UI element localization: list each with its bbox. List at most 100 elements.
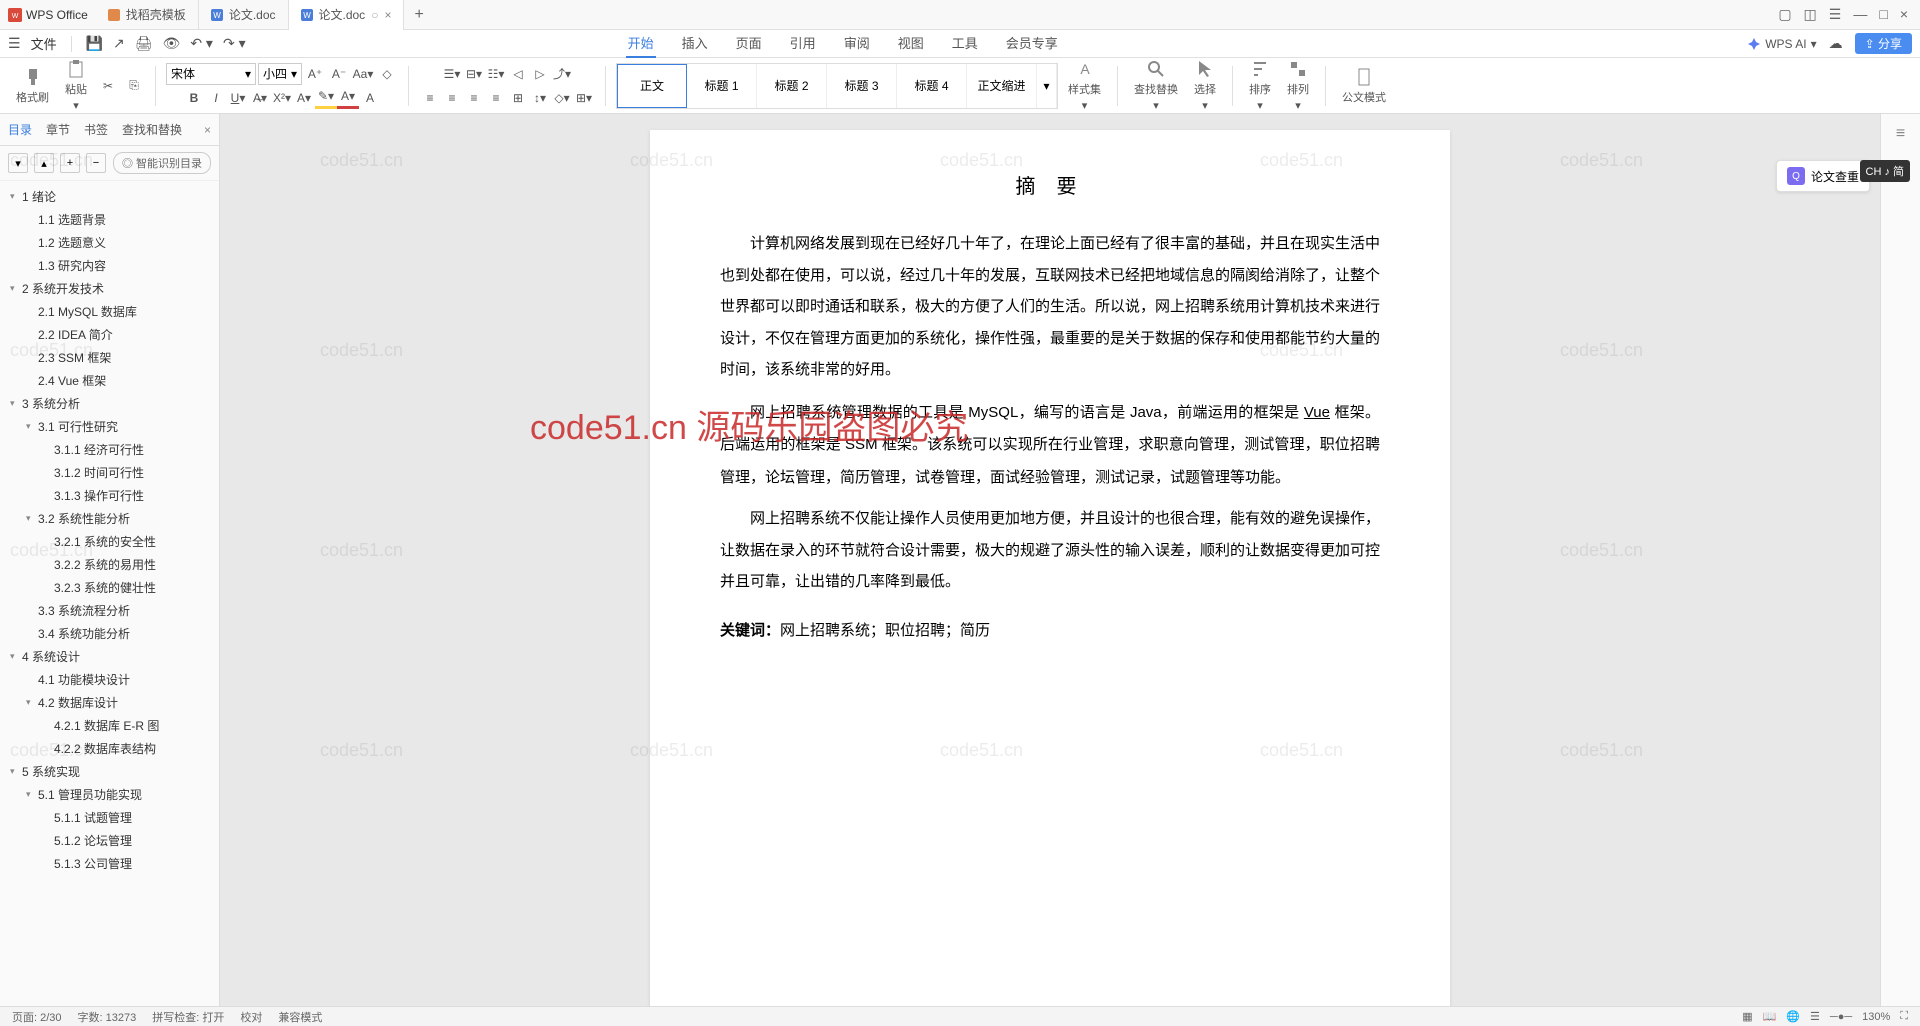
menu-tab-tools[interactable]: 工具 <box>950 29 980 58</box>
cloud-icon[interactable]: ☁ <box>1829 35 1843 52</box>
sidebar-up-icon[interactable]: ▴ <box>34 153 54 173</box>
view-mode-icon[interactable]: ▦ <box>1742 1010 1752 1023</box>
style-h2[interactable]: 标题 2 <box>757 64 827 108</box>
number-list-icon[interactable]: ⊟▾ <box>463 63 485 85</box>
outline-item[interactable]: 3.2.2 系统的易用性 <box>0 553 219 576</box>
zoom-slider[interactable]: ─●─ <box>1830 1011 1852 1023</box>
status-page[interactable]: 页面: 2/30 <box>12 1009 62 1025</box>
font-name-select[interactable]: 宋体▾ <box>166 63 256 85</box>
increase-indent-icon[interactable]: ▷ <box>529 63 551 85</box>
style-h1[interactable]: 标题 1 <box>687 64 757 108</box>
tab-doc-1[interactable]: W 论文.doc <box>199 0 289 30</box>
align-left-icon[interactable]: ≡ <box>419 87 441 109</box>
outline-item[interactable]: 2.4 Vue 框架 <box>0 369 219 392</box>
window-cube-icon[interactable]: ◫ <box>1804 6 1817 23</box>
outline-item[interactable]: 3.1.3 操作可行性 <box>0 484 219 507</box>
font-color-button[interactable]: A▾ <box>337 87 359 109</box>
outline-item[interactable]: 3.2.3 系统的健壮性 <box>0 576 219 599</box>
menu-tab-member[interactable]: 会员专享 <box>1004 29 1060 58</box>
line-spacing-icon[interactable]: ↕▾ <box>529 87 551 109</box>
outline-item[interactable]: ▾4 系统设计 <box>0 645 219 668</box>
tab-add-button[interactable]: + <box>404 0 433 30</box>
outline-item[interactable]: ▾2 系统开发技术 <box>0 277 219 300</box>
undo-icon[interactable]: ↶ ▾ <box>190 35 213 52</box>
menu-tab-reference[interactable]: 引用 <box>788 29 818 58</box>
paste-button[interactable]: 粘贴 ▾ <box>59 57 93 114</box>
outline-item[interactable]: 4.2.2 数据库表结构 <box>0 737 219 760</box>
document-area[interactable]: 摘 要 计算机网络发展到现在已经好几十年了，在理论上面已经有了很丰富的基础，并且… <box>220 114 1880 1006</box>
border-icon[interactable]: ⊞▾ <box>573 87 595 109</box>
outline-item[interactable]: 4.2.1 数据库 E-R 图 <box>0 714 219 737</box>
outline-item[interactable]: 3.1.2 时间可行性 <box>0 461 219 484</box>
style-indent[interactable]: 正文缩进 <box>967 64 1037 108</box>
underline-button[interactable]: U▾ <box>227 87 249 109</box>
tab-doc-2[interactable]: W 论文.doc ○ × <box>289 0 405 30</box>
export-icon[interactable]: ↗ <box>113 35 125 52</box>
save-icon[interactable]: 💾 <box>86 35 103 52</box>
status-proof[interactable]: 校对 <box>240 1009 262 1025</box>
align-justify-icon[interactable]: ≡ <box>485 87 507 109</box>
window-minimize-icon[interactable]: — <box>1853 6 1867 23</box>
outline-item[interactable]: 3.4 系统功能分析 <box>0 622 219 645</box>
bullet-list-icon[interactable]: ☰▾ <box>441 63 463 85</box>
share-button[interactable]: ⇪ 分享 <box>1855 33 1912 54</box>
sidebar-plus-icon[interactable]: + <box>60 153 80 173</box>
plagiarism-check-button[interactable]: Q 论文查重 <box>1776 160 1870 192</box>
view-web-icon[interactable]: 🌐 <box>1786 1010 1800 1023</box>
smart-toc-button[interactable]: ◎ 智能识别目录 <box>113 152 211 174</box>
arrange-button[interactable]: 排列▾ <box>1281 57 1315 114</box>
outline-item[interactable]: 2.2 IDEA 简介 <box>0 323 219 346</box>
window-menu-icon[interactable]: ☰ <box>1829 6 1842 23</box>
outline-item[interactable]: ▾4.2 数据库设计 <box>0 691 219 714</box>
print-icon[interactable]: 🖨 <box>135 35 153 52</box>
redo-icon[interactable]: ↷ ▾ <box>223 35 246 52</box>
outline-item[interactable]: 3.2.1 系统的安全性 <box>0 530 219 553</box>
outline-item[interactable]: 2.1 MySQL 数据库 <box>0 300 219 323</box>
find-replace-button[interactable]: 查找替换▾ <box>1128 57 1184 114</box>
outline-item[interactable]: ▾3.1 可行性研究 <box>0 415 219 438</box>
style-set-button[interactable]: A 样式集▾ <box>1062 57 1107 114</box>
outline-item[interactable]: 2.3 SSM 框架 <box>0 346 219 369</box>
outline-item[interactable]: ▾3 系统分析 <box>0 392 219 415</box>
select-button[interactable]: 选择▾ <box>1188 57 1222 114</box>
rail-format-icon[interactable]: ≡ <box>1889 122 1913 146</box>
window-close-icon[interactable]: × <box>1900 6 1908 23</box>
increase-font-icon[interactable]: A⁺ <box>304 63 326 85</box>
outline-item[interactable]: 3.3 系统流程分析 <box>0 599 219 622</box>
file-menu[interactable]: 文件 <box>31 34 57 53</box>
view-outline-icon[interactable]: ☰ <box>1810 1010 1820 1023</box>
bold-button[interactable]: B <box>183 87 205 109</box>
style-h3[interactable]: 标题 3 <box>827 64 897 108</box>
sidebar-tab-bookmark[interactable]: 书签 <box>84 121 108 138</box>
tab-close-icon[interactable]: × <box>384 8 391 22</box>
font-size-select[interactable]: 小四▾ <box>258 63 302 85</box>
menu-tab-start[interactable]: 开始 <box>626 29 656 58</box>
official-mode-button[interactable]: 公文模式 <box>1336 65 1392 107</box>
sidebar-tab-find[interactable]: 查找和替换 <box>122 121 182 138</box>
menu-tab-view[interactable]: 视图 <box>896 29 926 58</box>
view-read-icon[interactable]: 📖 <box>1763 1010 1777 1023</box>
shading-button[interactable]: A <box>359 87 381 109</box>
format-painter-button[interactable]: 格式刷 <box>10 65 55 107</box>
sort-button[interactable]: 排序▾ <box>1243 57 1277 114</box>
align-right-icon[interactable]: ≡ <box>463 87 485 109</box>
highlight-button[interactable]: ✎▾ <box>315 87 337 109</box>
align-center-icon[interactable]: ≡ <box>441 87 463 109</box>
status-spell[interactable]: 拼写检查: 打开 <box>152 1009 224 1025</box>
outline-item[interactable]: 3.1.1 经济可行性 <box>0 438 219 461</box>
style-normal[interactable]: 正文 <box>617 64 687 108</box>
change-case-icon[interactable]: Aa▾ <box>352 63 374 85</box>
superscript-button[interactable]: X²▾ <box>271 87 293 109</box>
copy-icon[interactable]: ⎘ <box>123 75 145 97</box>
wps-ai-button[interactable]: WPS AI ▾ <box>1747 37 1816 51</box>
menu-tab-review[interactable]: 审阅 <box>842 29 872 58</box>
clear-format-icon[interactable]: ◇ <box>376 63 398 85</box>
zoom-fit-icon[interactable]: ⛶ <box>1900 1010 1908 1023</box>
outline-item[interactable]: 5.1.1 试题管理 <box>0 806 219 829</box>
hamburger-icon[interactable]: ☰ <box>8 35 21 52</box>
multilevel-list-icon[interactable]: ☷▾ <box>485 63 507 85</box>
outline-item[interactable]: ▾5.1 管理员功能实现 <box>0 783 219 806</box>
italic-button[interactable]: I <box>205 87 227 109</box>
decrease-font-icon[interactable]: A⁻ <box>328 63 350 85</box>
outline-item[interactable]: 1.1 选题背景 <box>0 208 219 231</box>
